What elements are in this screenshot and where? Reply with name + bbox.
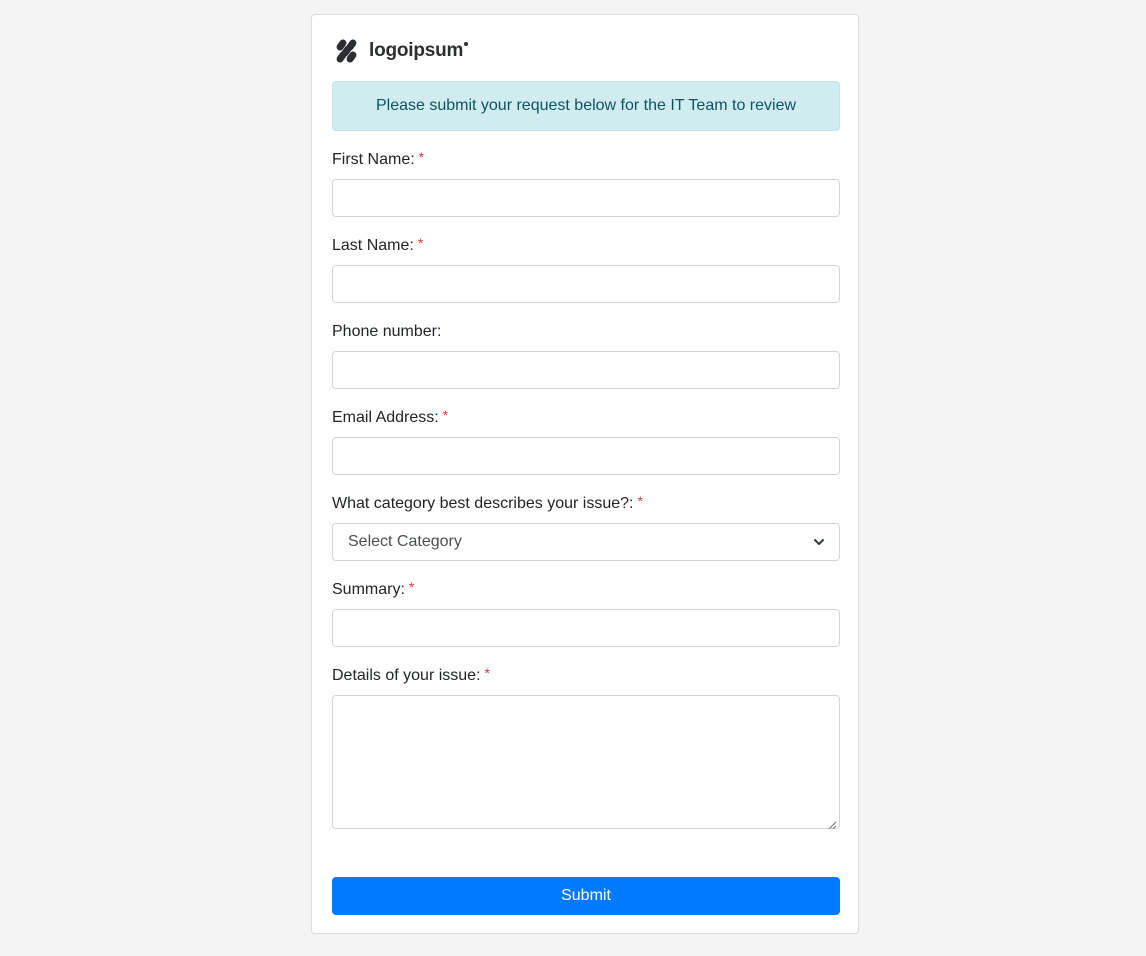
category-select[interactable]: Select Category <box>332 523 840 561</box>
phone-input[interactable] <box>332 351 840 389</box>
logo-mark-icon <box>333 37 361 65</box>
category-label: What category best describes your issue?… <box>332 493 643 512</box>
alert-text: Please submit your request below for the… <box>375 97 797 114</box>
required-marker: * <box>418 149 425 165</box>
email-input[interactable] <box>332 437 840 475</box>
required-marker: * <box>484 665 490 681</box>
resize-handle-icon[interactable] <box>828 817 837 830</box>
summary-label: Summary: * <box>332 579 415 598</box>
submit-button[interactable]: Submit <box>332 877 840 915</box>
email-label: Email Address: * <box>332 407 449 426</box>
required-marker: * <box>442 407 449 423</box>
phone-label: Phone number: <box>332 323 442 340</box>
chevron-down-icon <box>814 537 824 547</box>
request-form-card: logoipsum Please submit your request bel… <box>311 14 859 934</box>
last-name-input[interactable] <box>332 265 840 303</box>
logo-text: logoipsum <box>369 40 469 62</box>
first-name-label: First Name: * <box>332 149 425 168</box>
required-marker: * <box>637 493 643 509</box>
category-selected-value: Select Category <box>348 533 462 550</box>
logo: logoipsum <box>333 36 469 66</box>
info-alert: Please submit your request below for the… <box>332 81 840 131</box>
details-textarea[interactable] <box>332 695 840 830</box>
last-name-label: Last Name: * <box>332 235 424 254</box>
summary-input[interactable] <box>332 609 840 647</box>
submit-label: Submit <box>561 887 611 904</box>
required-marker: * <box>408 579 415 595</box>
required-marker: * <box>417 235 424 251</box>
details-label: Details of your issue: * <box>332 665 490 684</box>
first-name-input[interactable] <box>332 179 840 217</box>
